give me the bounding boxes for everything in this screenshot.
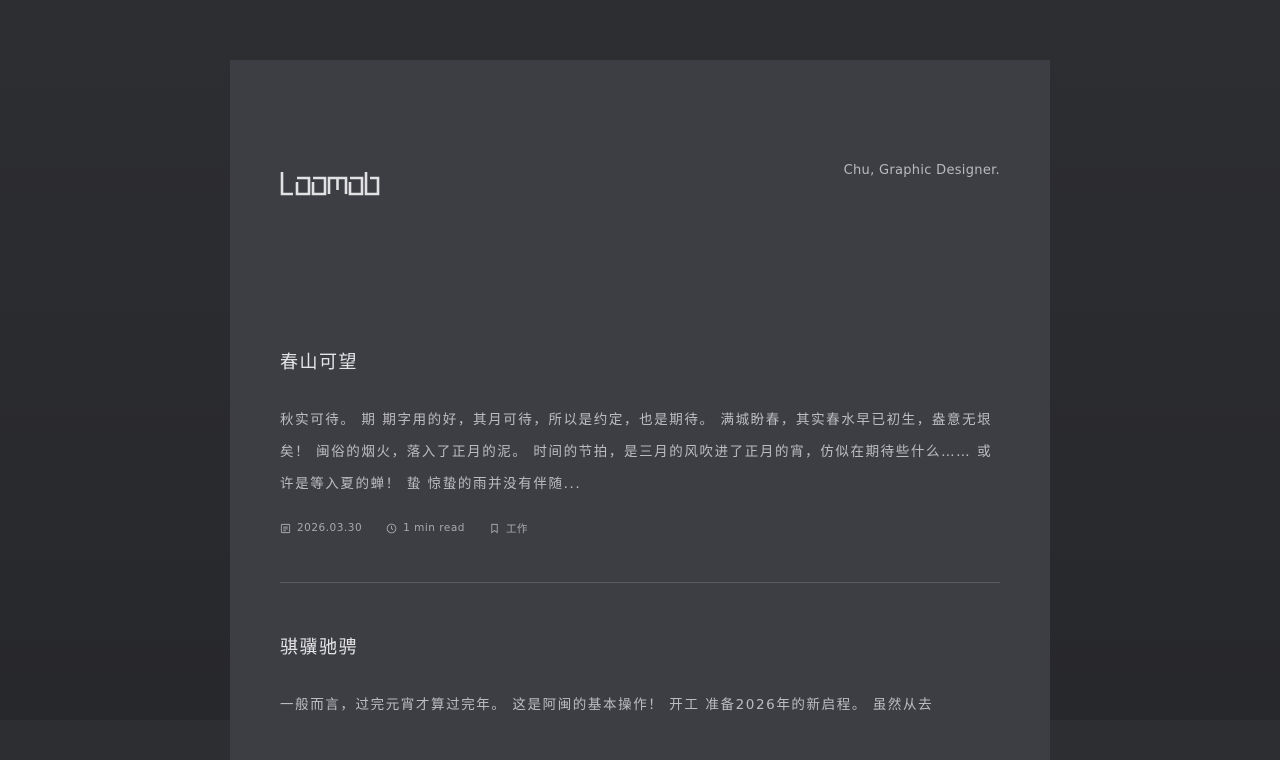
loomob-logo-icon[interactable] xyxy=(280,170,380,196)
post-excerpt: 一般而言，过完元宵才算过完年。 这是阿闽的基本操作！ 开工 准备2026年的新启… xyxy=(280,697,934,713)
post-category-link[interactable]: 工作 xyxy=(506,521,528,536)
site-header: Chu, Graphic Designer. xyxy=(280,60,1000,350)
post-read-time: 1 min read xyxy=(386,522,465,534)
post-excerpt: 秋实可待。 期 期字用的好，其月可待，所以是约定，也是期待。 满城盼春，其实春水… xyxy=(280,412,993,492)
post-title[interactable]: 春山可望 xyxy=(280,350,1000,376)
post-date: 2026.03.30 xyxy=(280,522,362,534)
clock-icon xyxy=(386,523,397,533)
post-divider xyxy=(280,582,1000,583)
post-read-time-text: 1 min read xyxy=(403,522,465,534)
post-category[interactable]: 工作 xyxy=(489,521,528,536)
post-item: 春山可望 秋实可待。 期 期字用的好，其月可待，所以是约定，也是期待。 满城盼春… xyxy=(280,350,1000,583)
main-card: Chu, Graphic Designer. 春山可望 秋实可待。 期 期字用的… xyxy=(230,60,1050,760)
site-tagline: Chu, Graphic Designer. xyxy=(843,163,1000,178)
post-title[interactable]: 骐骥驰骋 xyxy=(280,635,1000,661)
post-item: 骐骥驰骋 一般而言，过完元宵才算过完年。 这是阿闽的基本操作！ 开工 准备202… xyxy=(280,635,1000,721)
bookmark-icon xyxy=(491,523,498,534)
calendar-icon xyxy=(280,523,291,533)
post-meta: 2026.03.30 1 min read 工作 xyxy=(280,520,1000,536)
post-date-text: 2026.03.30 xyxy=(297,522,363,534)
